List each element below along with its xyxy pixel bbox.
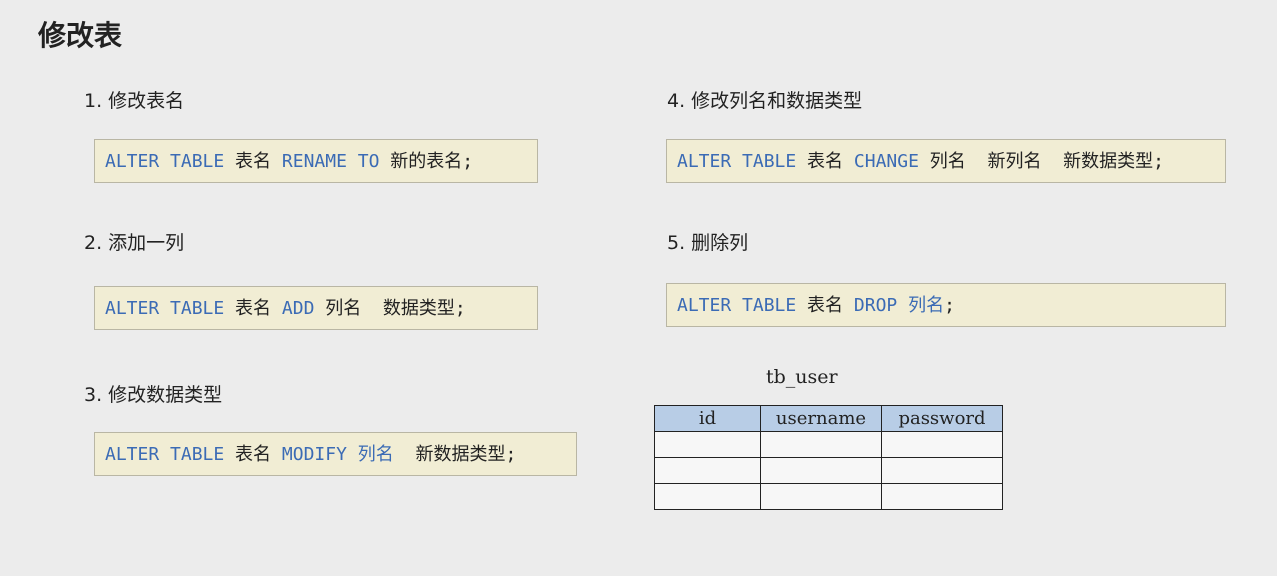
- column-header-username: username: [760, 405, 882, 432]
- column-header-password: password: [881, 405, 1003, 432]
- table-cell: [760, 483, 882, 510]
- step-heading-add-column: 2. 添加一列: [84, 232, 185, 254]
- table-cell: [760, 457, 882, 484]
- code-block-add-column: ALTER TABLE 表名 ADD 列名 数据类型;: [94, 286, 538, 330]
- sql-text: 表名: [796, 295, 854, 316]
- sql-text: 表名: [224, 151, 282, 172]
- step-heading-modify-type: 3. 修改数据类型: [84, 384, 223, 406]
- step-heading-rename: 1. 修改表名: [84, 90, 185, 112]
- page-title: 修改表: [38, 19, 123, 52]
- sql-keyword: DROP 列名: [853, 295, 945, 316]
- code-block-rename: ALTER TABLE 表名 RENAME TO 新的表名;: [94, 139, 538, 183]
- table-cell: [881, 431, 1003, 458]
- table-header-row: id username password: [654, 405, 1003, 432]
- code-block-change-column: ALTER TABLE 表名 CHANGE 列名 新列名 新数据类型;: [666, 139, 1226, 183]
- sql-keyword: CHANGE: [853, 151, 919, 172]
- sql-keyword: ADD: [281, 298, 315, 319]
- sql-text: 表名: [224, 298, 282, 319]
- table-row: [654, 431, 1003, 458]
- code-block-modify-type: ALTER TABLE 表名 MODIFY 列名 新数据类型;: [94, 432, 577, 476]
- table-row: [654, 457, 1003, 484]
- sql-keyword: ALTER TABLE: [677, 295, 797, 316]
- sql-keyword: MODIFY 列名: [281, 444, 394, 465]
- table-cell: [760, 431, 882, 458]
- table-cell: [654, 483, 761, 510]
- sql-keyword: ALTER TABLE: [105, 151, 225, 172]
- sql-text: ;: [944, 295, 955, 316]
- table-caption: tb_user: [766, 366, 838, 388]
- table-row: [654, 483, 1003, 510]
- sql-text: 表名: [224, 444, 282, 465]
- step-heading-change-column: 4. 修改列名和数据类型: [667, 90, 863, 112]
- sql-keyword: ALTER TABLE: [105, 298, 225, 319]
- table-cell: [881, 483, 1003, 510]
- sql-keyword: RENAME TO: [281, 151, 380, 172]
- step-heading-drop-column: 5. 删除列: [667, 232, 749, 254]
- sql-text: 列名 新列名 新数据类型;: [918, 151, 1164, 172]
- sql-text: 新数据类型;: [393, 444, 517, 465]
- sql-text: 新的表名;: [379, 151, 474, 172]
- code-block-drop-column: ALTER TABLE 表名 DROP 列名;: [666, 283, 1226, 327]
- example-table: id username password: [654, 405, 1003, 510]
- sql-text: 表名: [796, 151, 854, 172]
- sql-keyword: ALTER TABLE: [105, 444, 225, 465]
- column-header-id: id: [654, 405, 761, 432]
- table-cell: [654, 457, 761, 484]
- table-cell: [881, 457, 1003, 484]
- table-cell: [654, 431, 761, 458]
- sql-text: 列名 数据类型;: [314, 298, 466, 319]
- sql-keyword: ALTER TABLE: [677, 151, 797, 172]
